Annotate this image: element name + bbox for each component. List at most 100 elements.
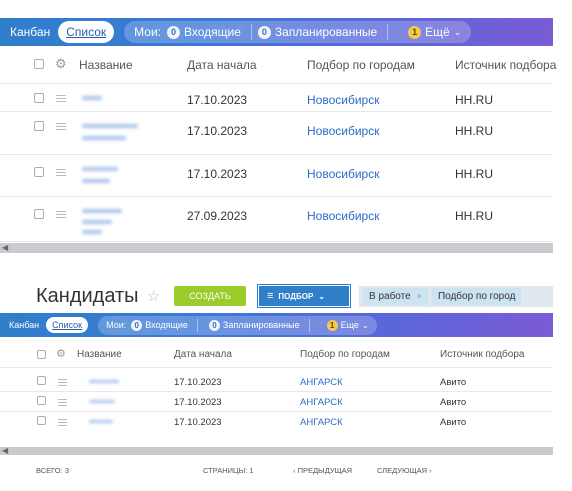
pagination-footer: ВСЕГО: 3 СТРАНИЦЫ: 1 ‹ ПРЕДЫДУЩАЯ СЛЕДУЮ… — [0, 462, 553, 480]
row-start-date: 17.10.2023 — [187, 93, 248, 107]
row-checkbox[interactable] — [37, 396, 46, 405]
top-filter-divider-2 — [387, 24, 389, 40]
top-incoming-count: 0 — [166, 25, 180, 39]
filter-tag[interactable]: Подбор по город — [431, 288, 522, 305]
bottom-kanban-view-link[interactable]: Канбан — [9, 320, 39, 330]
row-checkbox[interactable] — [34, 209, 44, 219]
bottom-incoming-label: Входящие — [145, 320, 188, 330]
top-select-all-checkbox[interactable] — [34, 59, 44, 69]
drag-handle-icon[interactable] — [56, 211, 66, 220]
table-row[interactable]: 17.10.2023 Новосибирск HH.RU — [0, 112, 553, 155]
blurred-name[interactable] — [82, 209, 122, 234]
row-start-date: 17.10.2023 — [187, 124, 248, 138]
bottom-incoming-count: 0 — [131, 319, 143, 331]
top-col-name[interactable]: Название — [79, 58, 133, 72]
bottom-planned-label: Запланированные — [222, 320, 300, 330]
row-city-link[interactable]: АНГАРСК — [300, 417, 343, 428]
bottom-col-source[interactable]: Источник подбора — [440, 349, 524, 360]
horizontal-scrollbar[interactable]: ◀ — [0, 243, 553, 253]
bottom-filter-divider-2 — [308, 318, 310, 332]
gear-icon[interactable]: ⚙ — [55, 56, 67, 72]
bottom-col-name[interactable]: Название — [77, 349, 122, 360]
scroll-left-icon[interactable]: ◀ — [2, 446, 8, 455]
table-row[interactable]: 17.10.2023 АНГАРСК Авито — [0, 412, 553, 432]
top-more-count: 1 — [408, 25, 422, 39]
blurred-name[interactable] — [89, 400, 115, 403]
row-city-link[interactable]: АНГАРСК — [300, 397, 343, 408]
row-checkbox[interactable] — [34, 93, 44, 103]
top-col-city[interactable]: Подбор по городам — [307, 58, 415, 72]
table-row[interactable]: 17.10.2023 АНГАРСК Авито — [0, 392, 553, 412]
top-planned-count: 0 — [257, 25, 271, 39]
row-start-date: 17.10.2023 — [187, 167, 248, 181]
top-filter-divider — [250, 24, 252, 40]
blurred-name[interactable] — [89, 380, 119, 383]
bottom-col-city[interactable]: Подбор по городам — [300, 349, 390, 360]
top-incoming-filter[interactable]: 0 Входящие — [166, 25, 241, 39]
page-title: Кандидаты — [36, 285, 139, 307]
top-kanban-view-link[interactable]: Канбан — [10, 25, 50, 39]
top-col-source[interactable]: Источник подбора — [455, 58, 556, 72]
bottom-list-view-link[interactable]: Список — [46, 317, 89, 333]
create-button[interactable]: СОЗДАТЬ — [174, 286, 246, 306]
bottom-mine-filter-group: Мои: 0 Входящие 0 Запланированные 1 Еще … — [98, 315, 377, 335]
filter-icon: ≡ — [267, 290, 274, 302]
next-page-link[interactable]: СЛЕДУЮЩАЯ › — [377, 466, 432, 475]
row-city-link[interactable]: Новосибирск — [307, 209, 379, 223]
star-icon[interactable]: ☆ — [147, 287, 160, 305]
blurred-name[interactable] — [82, 124, 138, 140]
page-count: СТРАНИЦЫ: 1 — [203, 466, 254, 475]
drag-handle-icon[interactable] — [56, 169, 66, 178]
table-row[interactable]: 27.09.2023 Новосибирск HH.RU — [0, 197, 553, 242]
drag-handle-icon[interactable] — [56, 95, 66, 104]
bottom-more-filter[interactable]: 1 Еще ⌄ — [326, 319, 369, 331]
top-col-start-date[interactable]: Дата начала — [187, 58, 257, 72]
scroll-left-icon[interactable]: ◀ — [2, 243, 8, 252]
top-more-label: Ещё — [425, 25, 450, 39]
chevron-down-icon: ⌄ — [318, 291, 325, 301]
row-checkbox[interactable] — [34, 167, 44, 177]
top-list-view-link[interactable]: Список — [58, 21, 115, 43]
row-city-link[interactable]: Новосибирск — [307, 93, 379, 107]
row-source: Авито — [440, 397, 467, 408]
gear-icon[interactable]: ⚙ — [56, 347, 66, 360]
row-checkbox[interactable] — [37, 376, 46, 385]
blurred-name[interactable] — [82, 96, 102, 100]
bottom-select-all-checkbox[interactable] — [37, 350, 46, 359]
drag-handle-icon[interactable] — [56, 123, 66, 132]
bottom-view-toolbar: Канбан Список Мои: 0 Входящие 0 Запланир… — [0, 313, 553, 337]
top-incoming-label: Входящие — [183, 25, 241, 39]
top-planned-filter[interactable]: 0 Запланированные — [257, 25, 377, 39]
close-icon[interactable]: × — [417, 291, 422, 302]
filter-search-field[interactable]: В работе × Подбор по город — [359, 286, 553, 307]
row-checkbox[interactable] — [34, 121, 44, 131]
filter-button[interactable]: ≡ ПОДБОР ⌄ — [257, 284, 351, 308]
table-row[interactable]: 17.10.2023 Новосибирск HH.RU — [0, 155, 553, 197]
table-row[interactable]: 17.10.2023 АНГАРСК Авито — [0, 372, 553, 392]
horizontal-scrollbar[interactable]: ◀ — [0, 446, 553, 455]
top-more-filter[interactable]: 1 Ещё ⌄ — [408, 25, 461, 39]
bottom-incoming-filter[interactable]: 0 Входящие — [131, 319, 188, 331]
row-source: HH.RU — [455, 167, 493, 181]
filter-tag[interactable]: В работе × — [363, 288, 428, 305]
blurred-name[interactable] — [82, 167, 118, 183]
drag-handle-icon[interactable] — [58, 379, 67, 388]
table-row[interactable]: 17.10.2023 Новосибирск HH.RU — [0, 84, 553, 112]
row-city-link[interactable]: АНГАРСК — [300, 377, 343, 388]
bottom-planned-filter[interactable]: 0 Запланированные — [208, 319, 300, 331]
top-mine-label: Мои: — [134, 25, 161, 39]
previous-page-link[interactable]: ‹ ПРЕДЫДУЩАЯ — [293, 466, 352, 475]
bottom-col-start-date[interactable]: Дата начала — [174, 349, 232, 360]
drag-handle-icon[interactable] — [58, 399, 67, 408]
row-city-link[interactable]: Новосибирск — [307, 167, 379, 181]
chevron-down-icon: ⌄ — [361, 320, 369, 330]
bottom-mine-label: Мои: — [106, 320, 127, 330]
row-checkbox[interactable] — [37, 416, 46, 425]
row-start-date: 17.10.2023 — [174, 377, 222, 388]
blurred-name[interactable] — [89, 420, 113, 423]
row-start-date: 17.10.2023 — [174, 397, 222, 408]
bottom-planned-count: 0 — [208, 319, 220, 331]
row-source: Авито — [440, 377, 467, 388]
drag-handle-icon[interactable] — [58, 419, 67, 428]
row-city-link[interactable]: Новосибирск — [307, 124, 379, 138]
